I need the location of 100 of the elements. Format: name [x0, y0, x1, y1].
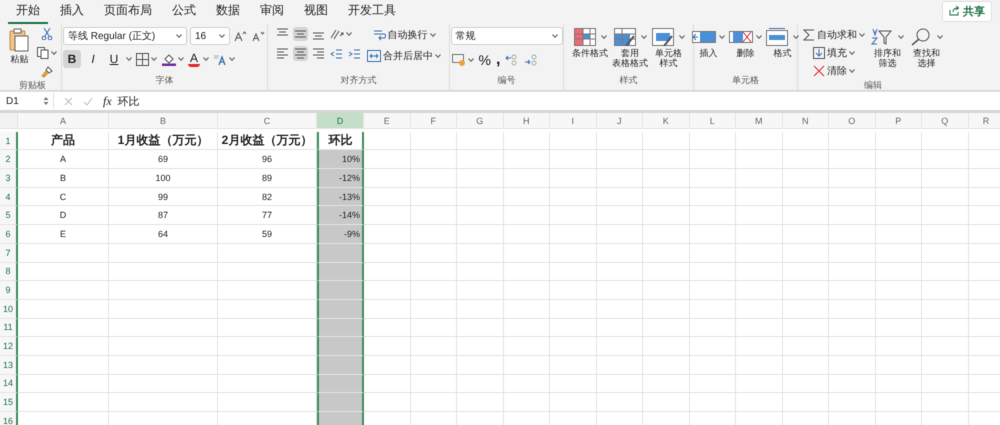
column-header[interactable]: F [410, 113, 457, 129]
row-header[interactable]: 10 [0, 300, 18, 319]
table-cell: A [18, 150, 109, 170]
decrease-indent-button[interactable] [329, 46, 344, 60]
column-header[interactable]: N [782, 113, 829, 129]
ribbon-tab[interactable]: 开发工具 [340, 0, 404, 24]
font-size-dropdown[interactable]: 16 [190, 27, 230, 45]
empty-cell [829, 393, 876, 412]
increase-font-button[interactable] [233, 30, 248, 42]
insert-function-label[interactable]: fx [103, 94, 112, 108]
column-header[interactable]: B [109, 113, 218, 129]
row-header[interactable]: 1 [0, 132, 18, 150]
fill-color-button[interactable] [161, 52, 185, 66]
column-header[interactable]: P [876, 113, 922, 129]
copy-button[interactable] [36, 46, 58, 60]
font-color-button[interactable]: A [188, 52, 200, 66]
paste-button[interactable]: 粘贴 [8, 27, 32, 66]
share-button[interactable]: 共享 [942, 0, 992, 22]
column-header[interactable]: Q [922, 113, 968, 129]
column-header[interactable]: M [736, 113, 782, 129]
column-header[interactable]: H [504, 113, 550, 129]
empty-cell [504, 262, 550, 282]
column-header[interactable]: R [968, 113, 1000, 129]
decrease-font-button[interactable] [251, 30, 266, 42]
row-header[interactable]: 12 [0, 337, 18, 356]
font-name: 等线 Regular (正文) [68, 30, 156, 43]
font-name-dropdown[interactable]: 等线 Regular (正文) [63, 27, 187, 45]
ribbon-tab[interactable]: 审阅 [252, 0, 292, 24]
comma-style-button[interactable]: , [494, 50, 502, 70]
empty-cell [829, 225, 876, 244]
row-header[interactable]: 8 [0, 262, 18, 282]
name-box[interactable]: D1 [2, 93, 54, 109]
table-cell: -14% [317, 206, 364, 226]
ribbon-tab[interactable]: 视图 [296, 0, 336, 24]
row-header[interactable]: 15 [0, 393, 18, 412]
percent-button[interactable]: % [478, 51, 492, 69]
row-header[interactable]: 13 [0, 356, 18, 375]
accounting-format-button[interactable] [450, 53, 474, 67]
empty-cell [643, 169, 690, 188]
horizontal-align-button[interactable] [275, 46, 290, 61]
ribbon-button[interactable]: 删除 [728, 27, 763, 60]
table-cell: D [18, 206, 109, 226]
empty-cell [782, 318, 829, 338]
column-header[interactable]: A [18, 113, 109, 129]
ribbon-button[interactable]: 单元格 样式 [651, 27, 686, 70]
empty-cell [876, 150, 922, 170]
column-header[interactable]: G [457, 113, 504, 129]
ribbon-tab[interactable]: 开始 [8, 0, 48, 24]
ribbon-tab[interactable]: 插入 [52, 0, 92, 24]
ribbon-tab[interactable]: 数据 [208, 0, 248, 24]
font-style-button[interactable]: U [105, 50, 123, 68]
font-style-button[interactable]: B [63, 50, 81, 68]
ribbon-button[interactable]: 查找和 选择 [909, 27, 944, 70]
row-header[interactable]: 4 [0, 188, 18, 206]
column-header[interactable]: O [829, 113, 876, 129]
row-header[interactable]: 16 [0, 412, 18, 425]
row-header[interactable]: 5 [0, 206, 18, 226]
ribbon-button[interactable]: 排序和 筛选 [870, 27, 905, 70]
empty-cell [410, 206, 457, 226]
row-header[interactable]: 11 [0, 318, 18, 338]
font-style-button[interactable]: I [84, 50, 102, 68]
column-header[interactable]: I [550, 113, 596, 129]
merge-center-button[interactable]: 合并后居中 [366, 48, 442, 64]
orientation-button[interactable] [329, 27, 353, 41]
empty-cell [782, 225, 829, 244]
number-format-dropdown[interactable]: 常规 [450, 27, 562, 45]
column-header[interactable]: E [364, 113, 410, 129]
column-header[interactable]: J [596, 113, 643, 129]
row-header[interactable]: 6 [0, 225, 18, 244]
column-header[interactable]: C [218, 113, 317, 129]
row-header[interactable]: 3 [0, 169, 18, 188]
row-header[interactable]: 2 [0, 150, 18, 170]
caret-icon [859, 33, 865, 37]
editing-button[interactable]: 清除 [802, 63, 866, 79]
vertical-align-button[interactable] [293, 27, 308, 41]
wrap-text-button[interactable]: 自动换行 [366, 27, 442, 43]
horizontal-align-button[interactable] [311, 46, 326, 61]
row-header[interactable]: 14 [0, 374, 18, 394]
ribbon-tab[interactable]: 页面布局 [96, 0, 160, 24]
ribbon-button[interactable]: 套用 表格格式 [611, 27, 649, 70]
table-cell: E [18, 225, 109, 244]
ribbon-tab[interactable]: 公式 [164, 0, 204, 24]
empty-cell [596, 244, 643, 262]
column-header[interactable]: L [690, 113, 736, 129]
row-header[interactable]: 9 [0, 281, 18, 300]
borders-button[interactable] [135, 52, 158, 66]
ribbon-button[interactable]: 条件格式 [571, 27, 609, 60]
increase-indent-button[interactable] [347, 46, 362, 60]
column-header[interactable]: K [643, 113, 690, 129]
corner-cell[interactable] [0, 113, 18, 129]
editing-button[interactable]: 填充 [802, 45, 866, 61]
row-header[interactable]: 7 [0, 244, 18, 262]
ribbon-button[interactable]: 插入 [691, 27, 726, 60]
caret-icon [898, 35, 904, 39]
decrease-decimal-button[interactable] [523, 53, 540, 67]
editing-button[interactable]: 自动求和 [802, 27, 866, 43]
empty-cell [550, 337, 596, 356]
ribbon-button[interactable]: 格式 [765, 27, 800, 60]
horizontal-align-button[interactable] [293, 46, 308, 61]
column-header[interactable]: D [317, 113, 364, 129]
